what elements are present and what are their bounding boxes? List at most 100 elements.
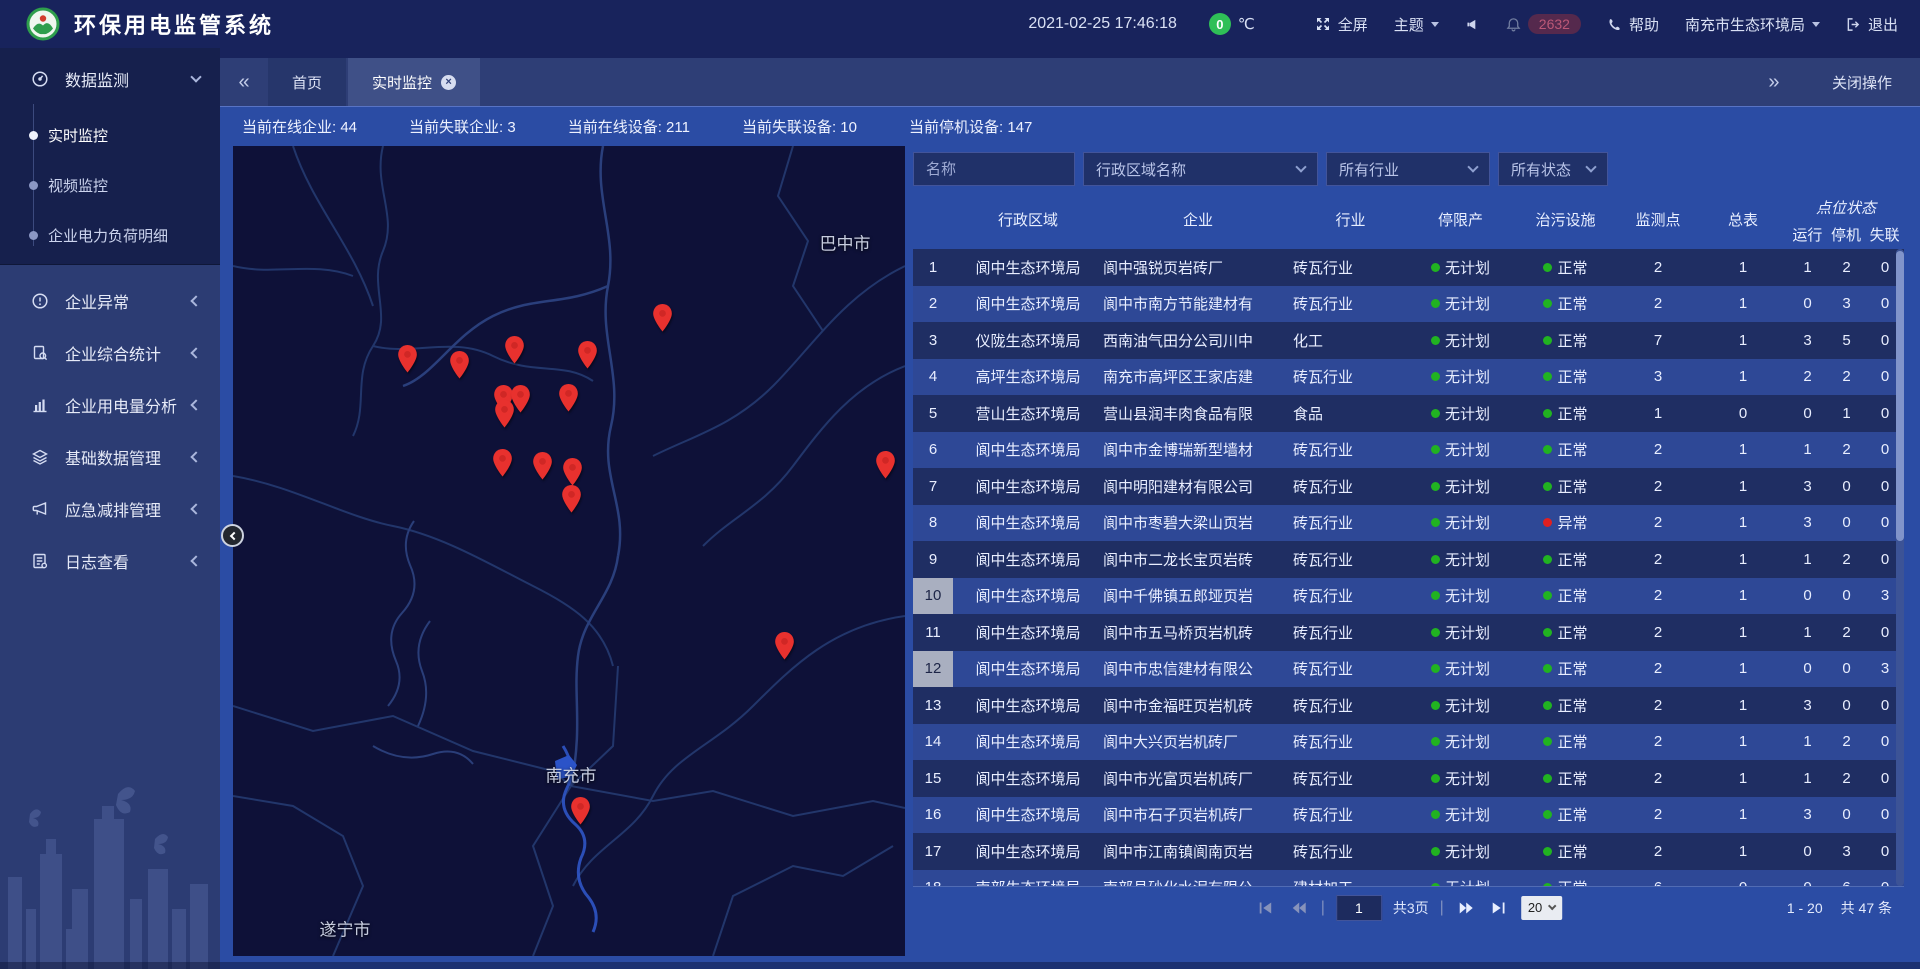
table-row[interactable]: 1阆中生态环境局阆中强锐页岩砖厂砖瓦行业无计划正常21120 [913, 249, 1904, 286]
map-pin-icon[interactable] [577, 341, 598, 369]
scrollbar-thumb[interactable] [1896, 251, 1904, 541]
table-row[interactable]: 16阆中生态环境局阆中市石子页岩机砖厂砖瓦行业无计划正常21300 [913, 797, 1904, 834]
map-pin-icon[interactable] [532, 452, 553, 480]
table-scrollbar[interactable] [1896, 249, 1904, 886]
monitor-count-cell: 6 [1618, 870, 1698, 887]
theme-dropdown[interactable]: 主题 [1394, 14, 1439, 35]
exit-icon [1846, 17, 1861, 32]
sidebar-item-emergency-reduction[interactable]: 应急减排管理 [0, 483, 220, 535]
column-header-halt: 停机 [1827, 220, 1866, 249]
sidebar-group-data-monitoring: 数据监测实时监控视频监控企业电力负荷明细 [0, 48, 220, 265]
table-row[interactable]: 14阆中生态环境局阆中大兴页岩机砖厂砖瓦行业无计划正常21120 [913, 724, 1904, 761]
table-row[interactable]: 12阆中生态环境局阆中市忠信建材有限公砖瓦行业无计划正常21003 [913, 651, 1904, 688]
status-filter-select[interactable]: 所有状态 [1498, 152, 1608, 186]
sidebar-item-video-monitor[interactable]: 视频监控 [0, 160, 220, 210]
tab-scroll-right-button[interactable]: » [1750, 71, 1798, 94]
sidebar-collapse-handle[interactable] [221, 524, 244, 547]
page-size-select[interactable]: 20 [1521, 896, 1562, 920]
close-operations-button[interactable]: 关闭操作 [1832, 72, 1892, 93]
table-row[interactable]: 9阆中生态环境局阆中市二龙长宝页岩砖砖瓦行业无计划正常21120 [913, 541, 1904, 578]
status-dot-green-icon [1431, 628, 1440, 637]
sidebar-item-data-monitoring[interactable]: 数据监测 [0, 48, 220, 110]
org-dropdown[interactable]: 南充市生态环境局 [1685, 14, 1820, 35]
halt-count-cell: 0 [1827, 651, 1866, 688]
table-row[interactable]: 11阆中生态环境局阆中市五马桥页岩机砖砖瓦行业无计划正常21120 [913, 614, 1904, 651]
meter-count-cell: 1 [1698, 614, 1788, 651]
map-pin-icon[interactable] [570, 797, 591, 825]
sidebar-item-log-view[interactable]: 日志查看 [0, 535, 220, 587]
help-button[interactable]: 帮助 [1607, 14, 1659, 35]
table-row[interactable]: 8阆中生态环境局阆中市枣碧大梁山页岩砖瓦行业无计划异常21300 [913, 505, 1904, 542]
run-count-cell: 1 [1788, 724, 1827, 761]
stop-status-cell: 无计划 [1408, 505, 1513, 542]
sidebar-item-enterprise-statistics[interactable]: 企业综合统计 [0, 327, 220, 379]
map-pin-icon[interactable] [774, 632, 795, 660]
stat-item: 当前在线企业: 44 [242, 116, 357, 137]
sidebar-item-enterprise-abnormal[interactable]: 企业异常 [0, 275, 220, 327]
map-pin-icon[interactable] [561, 485, 582, 513]
notifications-button[interactable]: 2632 [1506, 14, 1581, 34]
sidebar-item-realtime-monitor[interactable]: 实时监控 [0, 110, 220, 160]
table-row[interactable]: 13阆中生态环境局阆中市金福旺页岩机砖砖瓦行业无计划正常21300 [913, 687, 1904, 724]
sidebar-item-label: 企业综合统计 [65, 341, 161, 365]
table-row[interactable]: 6阆中生态环境局阆中市金博瑞新型墙材砖瓦行业无计划正常21120 [913, 432, 1904, 469]
region-cell: 阆中生态环境局 [953, 833, 1103, 870]
tab-close-icon[interactable]: × [441, 75, 456, 90]
table-row[interactable]: 3仪陇生态环境局西南油气田分公司川中化工无计划正常71350 [913, 322, 1904, 359]
sidebar-item-power-load-detail[interactable]: 企业电力负荷明细 [0, 210, 220, 260]
table-row[interactable]: 7阆中生态环境局阆中明阳建材有限公司砖瓦行业无计划正常21300 [913, 468, 1904, 505]
status-dot-green-icon [1543, 628, 1552, 637]
table-row[interactable]: 15阆中生态环境局阆中市光富页岩机砖厂砖瓦行业无计划正常21120 [913, 760, 1904, 797]
map-pin-icon[interactable] [875, 451, 896, 479]
column-header-facility: 治污设施 [1513, 190, 1618, 249]
facility-status-cell: 正常 [1513, 286, 1618, 323]
run-count-cell: 2 [1788, 359, 1827, 396]
tab-realtime-monitor[interactable]: 实时监控× [348, 58, 480, 106]
monitor-count-cell: 2 [1618, 578, 1698, 615]
monitor-count-cell: 2 [1618, 833, 1698, 870]
prev-page-button[interactable] [1288, 897, 1310, 919]
next-page-button[interactable] [1455, 897, 1477, 919]
sidebar-group-power-usage-analysis: 企业用电量分析 [0, 379, 220, 431]
logout-button[interactable]: 退出 [1846, 14, 1898, 35]
table-row[interactable]: 10阆中生态环境局阆中千佛镇五郎垭页岩砖瓦行业无计划正常21003 [913, 578, 1904, 615]
mute-button[interactable] [1465, 17, 1480, 32]
sidebar-item-base-data-management[interactable]: 基础数据管理 [0, 431, 220, 483]
company-cell: 阆中大兴页岩机砖厂 [1103, 724, 1293, 761]
map-pin-icon[interactable] [504, 336, 525, 364]
name-search-input[interactable] [926, 161, 1062, 178]
map-pin-icon[interactable] [652, 304, 673, 332]
map-pin-icon[interactable] [494, 400, 515, 428]
fullscreen-button[interactable]: 全屏 [1315, 14, 1368, 35]
map-pin-icon[interactable] [397, 345, 418, 373]
tab-scroll-left-button[interactable]: « [220, 58, 268, 106]
last-page-button[interactable] [1488, 897, 1510, 919]
map-pin-icon[interactable] [558, 384, 579, 412]
cityscape-decoration [0, 754, 220, 969]
industry-cell: 砖瓦行业 [1293, 760, 1408, 797]
industry-filter-select[interactable]: 所有行业 [1326, 152, 1490, 186]
table-row[interactable]: 2阆中生态环境局阆中市南方节能建材有砖瓦行业无计划正常21030 [913, 286, 1904, 323]
first-page-button[interactable] [1255, 897, 1277, 919]
map-pin-icon[interactable] [492, 449, 513, 477]
map-panel[interactable]: 巴中市南充市遂宁市 [233, 146, 905, 956]
status-dot-green-icon [1543, 664, 1552, 673]
status-dot-green-icon [1543, 336, 1552, 345]
table-row[interactable]: 4高坪生态环境局南充市高坪区王家店建砖瓦行业无计划正常31220 [913, 359, 1904, 396]
region-filter-select[interactable]: 行政区域名称 [1083, 152, 1318, 186]
page-number-input[interactable]: 1 [1336, 895, 1382, 921]
status-dot-green-icon [1431, 518, 1440, 527]
sidebar-item-power-usage-analysis[interactable]: 企业用电量分析 [0, 379, 220, 431]
run-count-cell: 1 [1788, 249, 1827, 286]
table-row[interactable]: 18南部生态环境局南部县砂化水泥有限公建材加工无计划正常60060 [913, 870, 1904, 887]
table-row[interactable]: 17阆中生态环境局阆中市江南镇阆南页岩砖瓦行业无计划正常21030 [913, 833, 1904, 870]
table-row[interactable]: 5营山生态环境局营山县润丰肉食品有限食品无计划正常10010 [913, 395, 1904, 432]
name-filter-field[interactable] [913, 152, 1075, 186]
industry-cell: 砖瓦行业 [1293, 359, 1408, 396]
facility-status-cell: 正常 [1513, 760, 1618, 797]
tab-home[interactable]: 首页 [268, 58, 346, 106]
map-pin-icon[interactable] [562, 458, 583, 486]
map-pin-icon[interactable] [449, 351, 470, 379]
status-dot-green-icon [1543, 263, 1552, 272]
app-header: 环保用电监管系统 2021-02-25 17:46:18 0 ℃ 全屏 主题 [0, 0, 1920, 48]
